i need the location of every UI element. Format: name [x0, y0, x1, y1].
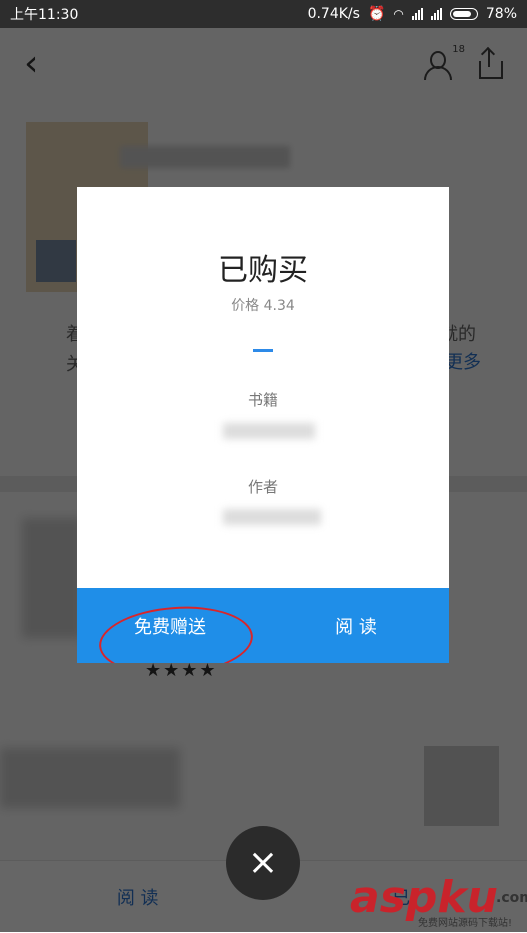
alarm-icon: ⏰: [367, 6, 386, 22]
network-speed: 0.74K/s: [307, 6, 360, 22]
dialog-actions: 免费赠送 阅 读: [77, 588, 449, 663]
read-button[interactable]: 阅 读: [263, 613, 449, 639]
status-right: 0.74K/s ⏰ ◠ 78%: [308, 6, 517, 22]
status-bar: 上午11:30 0.74K/s ⏰ ◠ 78%: [0, 0, 527, 28]
close-dialog-button[interactable]: ×: [226, 826, 300, 900]
blurred-author-name: [223, 509, 321, 525]
battery-icon: [449, 8, 478, 20]
dialog-title: 已购买: [218, 253, 308, 288]
signal-icon-1: [411, 8, 423, 20]
status-time: 上午11:30: [10, 7, 79, 23]
dialog-price: 价格 4.34: [231, 298, 295, 314]
wifi-icon: ◠: [393, 7, 404, 21]
watermark-subtitle: 免费网站源码下载站!: [418, 918, 513, 929]
watermark-domain: .com: [496, 890, 527, 906]
close-icon: ×: [247, 842, 279, 883]
red-highlight-circle: [96, 601, 256, 663]
blurred-book-name: [223, 423, 315, 439]
purchased-dialog: 已购买 价格 4.34 书籍 作者 免费赠送 阅 读: [77, 187, 449, 663]
author-label: 作者: [247, 478, 278, 496]
free-gift-button[interactable]: 免费赠送: [77, 601, 263, 663]
dialog-divider: [253, 349, 273, 352]
site-watermark: aspku .com 免费网站源码下载站!: [350, 872, 527, 932]
book-label: 书籍: [247, 391, 278, 409]
signal-icon-2: [430, 8, 442, 20]
read-label: 阅 读: [335, 616, 377, 638]
battery-level: 78%: [485, 6, 517, 22]
